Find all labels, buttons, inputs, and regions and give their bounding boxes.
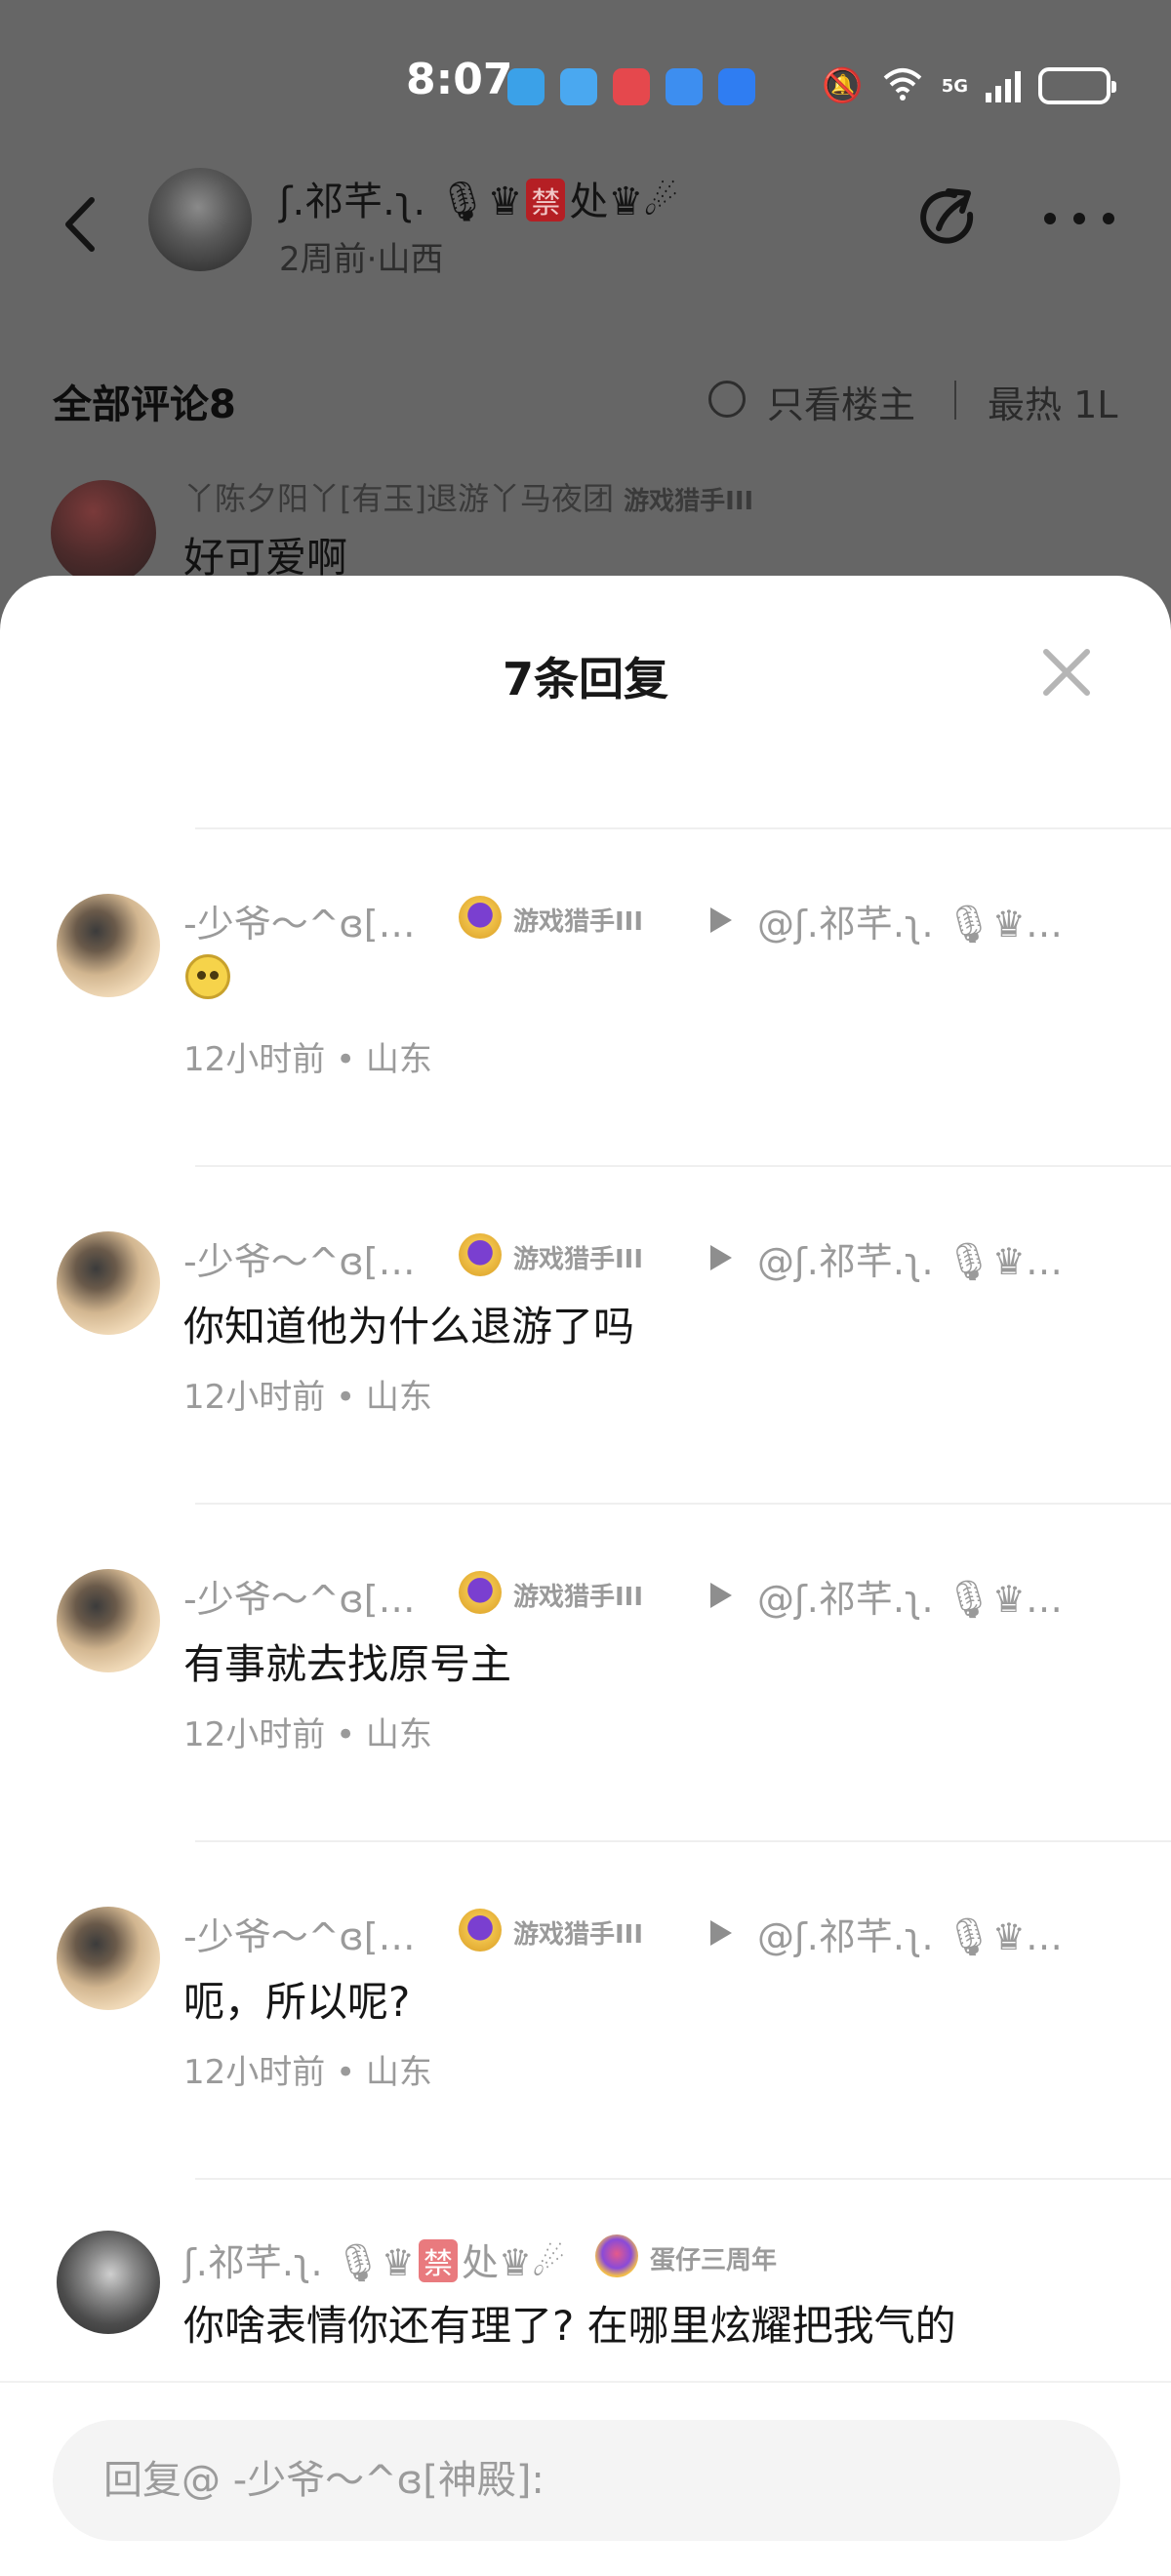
reply-target[interactable]: @ʃ.祁芊.ʅ. 🎙♛禁处♛☄ [757, 894, 1079, 947]
reply-author[interactable]: -少爷～^ɞ[神殿] [183, 1231, 427, 1285]
divider [954, 381, 956, 420]
medal-label: 游戏猎手III [513, 1245, 644, 1274]
medal-icon [459, 1571, 502, 1614]
reply-time: 12小时前 • 山东 [183, 1715, 432, 1754]
post-page-background: 8:07 🔕 5G ʃ.祁芊.ʅ. 🎙♛ 禁 处♛☄ 2周前·山西 全部评论8 … [0, 0, 1171, 624]
reply-to-arrow-icon [710, 907, 732, 933]
reply-to-arrow-icon [710, 1245, 732, 1270]
chevron-left-icon [65, 197, 95, 252]
medal-icon [459, 1909, 502, 1952]
reply-item[interactable]: -少爷～^ɞ[神殿] 游戏猎手III @ʃ.祁芊.ʅ. 🎙♛禁处♛☄ 12小时前… [0, 829, 1171, 1166]
medal-label: 游戏猎手III [624, 487, 754, 516]
status-time: 8:07 [406, 55, 513, 104]
ban-badge: 禁 [526, 179, 566, 221]
reply-item[interactable]: -少爷～^ɞ[神殿] 游戏猎手III @ʃ.祁芊.ʅ. 🎙♛禁处♛☄ 有事就去找… [0, 1505, 1171, 1841]
comments-count-title: 全部评论8 [53, 382, 236, 427]
signal-icon [986, 69, 1021, 102]
reply-to-arrow-icon [710, 1583, 732, 1608]
battery-icon [1038, 67, 1116, 104]
comment-avatar [51, 480, 156, 585]
share-button[interactable] [915, 185, 982, 252]
reply-to-arrow-icon [710, 1920, 732, 1946]
reply-author[interactable]: -少爷～^ɞ[神殿] [183, 1569, 427, 1623]
sheet-title: 7条回复 [502, 653, 668, 705]
reply-target[interactable]: @ʃ.祁芊.ʅ. 🎙♛禁处♛☄ [757, 1907, 1079, 1960]
comments-bar: 全部评论8 只看楼主 最热 1L [0, 363, 1171, 431]
reply-text: 有事就去找原号主 [183, 1640, 512, 1688]
medal-label: 游戏猎手III [513, 907, 644, 937]
reply-time: 12小时前 • 山东 [183, 1040, 432, 1079]
reply-avatar[interactable] [57, 1907, 160, 2010]
browser-icon [666, 68, 703, 105]
comment-author: 丫陈夕阳丫[有玉]退游丫马夜团 游戏猎手III [183, 480, 754, 517]
author-name-suffix: 处♛☄ [569, 180, 679, 224]
reply-author[interactable]: ʃ.祁芊.ʅ. 🎙♛ 禁处♛☄ [183, 2233, 565, 2286]
medal-label: 蛋仔三周年 [650, 2246, 778, 2275]
wifi-icon [881, 66, 924, 105]
medal-label: 游戏猎手III [513, 1920, 644, 1950]
medal-icon [459, 896, 502, 939]
weather-icon [560, 68, 597, 105]
reply-item[interactable]: -少爷～^ɞ[神殿] 游戏猎手III @ʃ.祁芊.ʅ. 🎙♛禁处♛☄ 你知道他为… [0, 1167, 1171, 1504]
close-button[interactable] [1038, 644, 1095, 701]
network-type: 5G [941, 75, 968, 97]
close-icon [1043, 649, 1090, 696]
app-icon-blue [507, 68, 545, 105]
ban-badge: 禁 [418, 2239, 458, 2282]
reply-author[interactable]: -少爷～^ɞ[神殿] [183, 894, 427, 947]
only-op-label[interactable]: 只看楼主 [767, 375, 915, 428]
author-name-prefix: ʃ.祁芊.ʅ. 🎙♛ [279, 180, 523, 224]
screen: 8:07 🔕 5G ʃ.祁芊.ʅ. 🎙♛ 禁 处♛☄ 2周前·山西 全部评论8 … [0, 0, 1171, 2576]
reply-avatar[interactable] [57, 2231, 160, 2334]
post-header: ʃ.祁芊.ʅ. 🎙♛ 禁处♛☄ 2周前·山西 [0, 156, 1171, 293]
reply-time: 12小时前 • 山东 [183, 2053, 432, 2092]
reply-author[interactable]: -少爷～^ɞ[神殿] [183, 1907, 427, 1960]
status-indicators: 🔕 5G [822, 64, 1116, 107]
reply-avatar[interactable] [57, 1569, 160, 1672]
medal-label: 游戏猎手III [513, 1583, 644, 1612]
reply-time: 12小时前 • 山东 [183, 1378, 432, 1417]
author-avatar[interactable] [148, 168, 252, 271]
reply-target[interactable]: @ʃ.祁芊.ʅ. 🎙♛禁处♛☄ [757, 1569, 1079, 1623]
author-name[interactable]: ʃ.祁芊.ʅ. 🎙♛ 禁处♛☄ [279, 170, 678, 226]
only-op-radio[interactable] [708, 381, 746, 418]
reply-text: 你啥表情你还有理了? 在哪里炫耀把我气的 [183, 2302, 956, 2350]
reply-input[interactable] [53, 2420, 1120, 2541]
status-bar: 8:07 🔕 5G [0, 49, 1171, 123]
crying-laughing-emoji-icon [185, 954, 230, 999]
replies-sheet: 7条回复 -少爷～^ɞ[神殿] 游戏猎手III @ʃ.祁芊.ʅ. 🎙♛禁处♛☄ … [0, 576, 1171, 2576]
mute-icon: 🔕 [822, 66, 864, 105]
reply-target[interactable]: @ʃ.祁芊.ʅ. 🎙♛禁处♛☄ [757, 1231, 1079, 1285]
medal-icon [459, 1233, 502, 1276]
medal-icon [595, 2234, 638, 2277]
background-comment: 丫陈夕阳丫[有玉]退游丫马夜团 游戏猎手III 好可爱啊 [0, 468, 1171, 585]
reply-text: 你知道他为什么退游了吗 [183, 1303, 635, 1350]
reply-avatar[interactable] [57, 1231, 160, 1335]
reply-text: 呃，所以呢? [183, 1978, 411, 2026]
reply-input-bar [0, 2381, 1171, 2576]
reply-item-op[interactable]: ʃ.祁芊.ʅ. 🎙♛ 禁处♛☄ 蛋仔三周年 你啥表情你还有理了? 在哪里炫耀把我气… [0, 2180, 1171, 2381]
notes-icon [613, 68, 650, 105]
sort-hot-button[interactable]: 最热 1L [988, 375, 1134, 428]
tips-icon [718, 68, 755, 105]
more-options-button[interactable] [1044, 193, 1114, 244]
reply-item[interactable]: -少爷～^ɞ[神殿] 游戏猎手III @ʃ.祁芊.ʅ. 🎙♛禁处♛☄ 呃，所以呢… [0, 1842, 1171, 2179]
back-button[interactable] [51, 195, 109, 254]
reply-avatar[interactable] [57, 894, 160, 997]
share-icon [920, 188, 974, 244]
post-meta: 2周前·山西 [279, 240, 444, 279]
